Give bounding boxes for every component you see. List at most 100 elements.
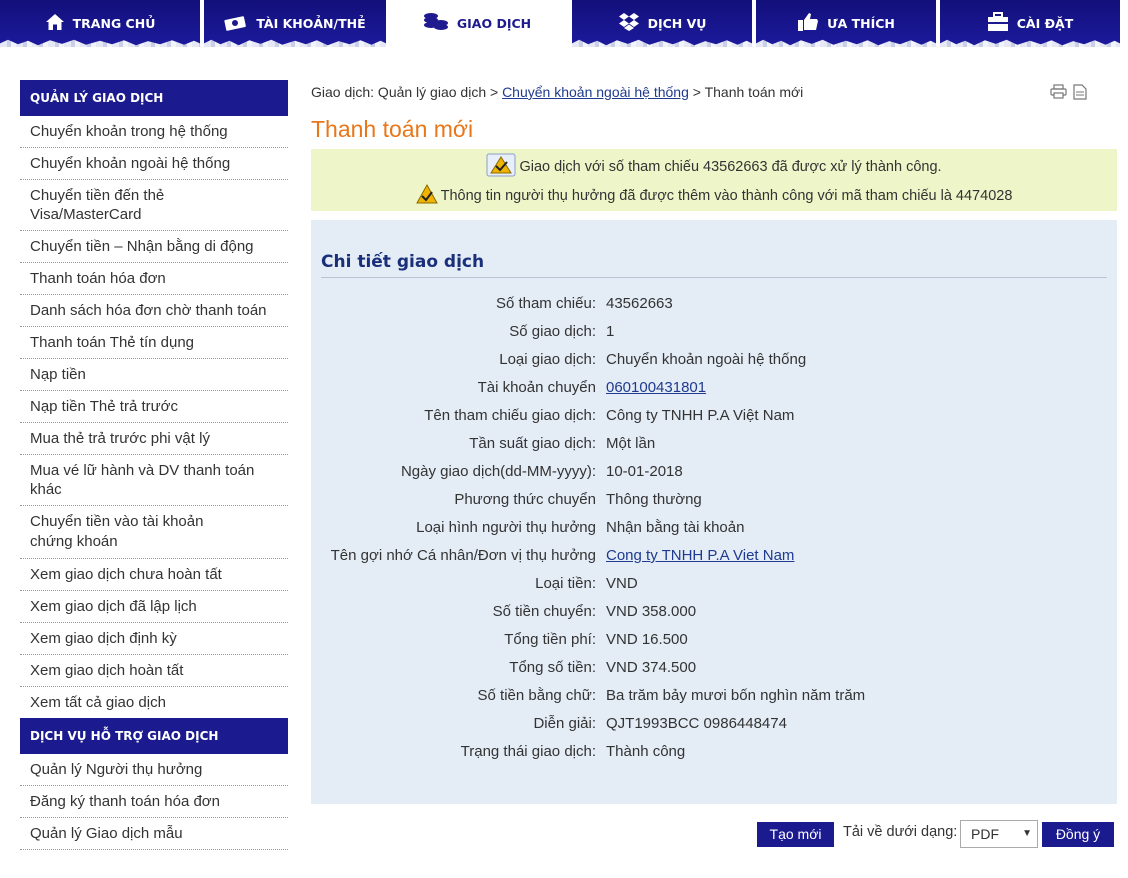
detail-row: Phương thức chuyển Thông thường — [311, 491, 1117, 519]
transaction-detail-panel: Chi tiết giao dịch Số tham chiếu: 4356266… — [311, 220, 1117, 804]
detail-row: Tên gợi nhớ Cá nhân/Đơn vị thụ hưởng Cong… — [311, 547, 1117, 575]
detail-row: Số tiền chuyển: VND 358.000 — [311, 603, 1117, 631]
sidebar-item[interactable]: Danh sách hóa đơn chờ thanh toán — [20, 295, 288, 327]
detail-label: Số tiền bằng chữ: — [477, 687, 596, 704]
detail-row: Tên tham chiếu giao dịch: Công ty TNHH P.… — [311, 407, 1117, 435]
tab-label: GIAO DỊCH — [456, 16, 532, 31]
check-icon — [415, 183, 438, 208]
detail-row: Diễn giải: QJT1993BCC 0986448474 — [311, 715, 1117, 743]
detail-label: Loại tiền: — [535, 575, 596, 592]
detail-value: QJT1993BCC 0986448474 — [606, 715, 787, 732]
thumbs-up-icon — [797, 12, 819, 35]
breadcrumb-link[interactable]: Chuyển khoản ngoài hệ thống — [502, 84, 689, 100]
detail-label: Tên gợi nhớ Cá nhân/Đơn vị thụ hưởng — [330, 547, 596, 564]
alert-text: Thông tin người thụ hưởng đã được thêm v… — [440, 188, 1013, 204]
detail-row: Số tham chiếu: 43562663 — [311, 295, 1117, 323]
sidebar: QUẢN LÝ GIAO DỊCH Chuyển khoản trong hệ … — [20, 80, 288, 850]
detail-value: VND 16.500 — [606, 631, 688, 648]
chevron-down-icon: ▼ — [1022, 828, 1032, 839]
detail-label: Trạng thái giao dịch: — [460, 743, 596, 760]
breadcrumb-part: Giao dịch: Quản lý giao dịch > — [311, 84, 499, 100]
tab-label: ƯA THÍCH — [827, 16, 895, 31]
detail-value: Một lần — [606, 435, 656, 452]
document-icon[interactable] — [1073, 84, 1087, 104]
sidebar-item[interactable]: Thanh toán Thẻ tín dụng — [20, 327, 288, 359]
detail-title: Chi tiết giao dịch — [321, 252, 485, 272]
new-button[interactable]: Tạo mới — [757, 822, 834, 847]
detail-row: Tài khoản chuyển 060100431801 — [311, 379, 1117, 407]
detail-value: 1 — [606, 323, 615, 340]
detail-row: Số tiền bằng chữ: Ba trăm bảy mươi bốn ng… — [311, 687, 1117, 715]
action-bar: Tạo mới Tải về dưới dạng: PDF ▼ Đồng ý — [757, 820, 1117, 850]
detail-value: Thông thường — [606, 491, 702, 508]
detail-label: Số tiền chuyển: — [492, 603, 596, 620]
detail-label: Tổng số tiền: — [509, 659, 596, 676]
detail-label: Ngày giao dịch(dd-MM-yyyy): — [400, 463, 596, 480]
detail-label: Tần suất giao dịch: — [469, 435, 596, 452]
detail-value: 43562663 — [606, 295, 673, 312]
sidebar-item[interactable]: Thanh toán hóa đơn — [20, 263, 288, 295]
sidebar-item[interactable]: Xem tất cả giao dịch — [20, 687, 288, 718]
detail-value: VND 374.500 — [606, 659, 697, 676]
tab-dich-vu[interactable]: DỊCH VỤ — [572, 0, 752, 47]
home-icon — [45, 13, 65, 34]
detail-label: Phương thức chuyển — [454, 491, 596, 508]
tab-label: DỊCH VỤ — [647, 16, 707, 31]
sidebar-item[interactable]: Xem giao dịch đã lập lịch — [20, 591, 288, 623]
detail-row: Loại giao dịch: Chuyển khoản ngoài hệ thố… — [311, 351, 1117, 379]
detail-label: Số giao dịch: — [509, 323, 596, 340]
detail-label: Loại giao dịch: — [499, 351, 596, 368]
detail-value: Công ty TNHH P.A Việt Nam — [606, 407, 795, 424]
sidebar-item[interactable]: Chuyển tiền đến thẻ Visa/MasterCard — [20, 180, 288, 231]
sidebar-item[interactable]: Nạp tiền — [20, 359, 288, 391]
breadcrumb: Giao dịch: Quản lý giao dịch > Chuyển kh… — [311, 84, 803, 100]
detail-row: Loại hình người thụ hưởng Nhận bằng tài k… — [311, 519, 1117, 547]
detail-row: Ngày giao dịch(dd-MM-yyyy): 10-01-2018 — [311, 463, 1117, 491]
sidebar-item[interactable]: Chuyển tiền vào tài khoản chứng khoán — [20, 506, 288, 559]
sidebar-item[interactable]: Xem giao dịch định kỳ — [20, 623, 288, 655]
sidebar-item[interactable]: Mua vé lữ hành và DV thanh toán khác — [20, 455, 288, 506]
tab-trang-chu[interactable]: TRANG CHỦ — [0, 0, 200, 47]
print-icon[interactable] — [1050, 84, 1067, 104]
money-icon — [224, 13, 248, 34]
sidebar-item[interactable]: Đăng ký thanh toán hóa đơn — [20, 786, 288, 818]
confirm-button[interactable]: Đồng ý — [1042, 822, 1114, 847]
detail-row: Số giao dịch: 1 — [311, 323, 1117, 351]
tab-label: TRANG CHỦ — [72, 16, 156, 31]
detail-row: Tần suất giao dịch: Một lần — [311, 435, 1117, 463]
sidebar-item[interactable]: Xem giao dịch hoàn tất — [20, 655, 288, 687]
format-select[interactable]: PDF ▼ — [960, 820, 1038, 848]
detail-value: Chuyển khoản ngoài hệ thống — [606, 351, 807, 368]
format-select-value: PDF — [971, 826, 999, 842]
detail-row: Tổng số tiền: VND 374.500 — [311, 659, 1117, 687]
check-icon — [486, 153, 516, 181]
alert-line: Thông tin người thụ hưởng đã được thêm v… — [311, 183, 1117, 208]
tab-label: TÀI KHOẢN/THẺ — [256, 16, 366, 31]
tab-giao-dich[interactable]: GIAO DỊCH — [386, 0, 568, 47]
tab-cai-dat[interactable]: CÀI ĐẶT — [940, 0, 1120, 47]
sidebar-item[interactable]: Chuyển tiền – Nhận bằng di động — [20, 231, 288, 263]
download-label: Tải về dưới dạng: — [843, 824, 958, 840]
sidebar-item[interactable]: Chuyển khoản trong hệ thống — [20, 116, 288, 148]
coins-icon — [423, 11, 449, 36]
detail-label: Số tham chiếu: — [495, 295, 596, 312]
sidebar-item[interactable]: Chuyển khoản ngoài hệ thống — [20, 148, 288, 180]
account-link[interactable]: 060100431801 — [606, 379, 706, 396]
tab-ua-thich[interactable]: ƯA THÍCH — [756, 0, 936, 47]
sidebar-item[interactable]: Nạp tiền Thẻ trả trước — [20, 391, 288, 423]
sidebar-item[interactable]: Mua thẻ trả trước phi vật lý — [20, 423, 288, 455]
sidebar-section-title: QUẢN LÝ GIAO DỊCH — [20, 80, 288, 116]
detail-label: Tổng tiền phí: — [504, 631, 596, 648]
sidebar-item[interactable]: Quản lý Giao dịch mẫu — [20, 818, 288, 850]
top-navigation: TRANG CHỦ TÀI KHOẢN/THẺ GIAO DỊCH DỊCH V… — [0, 0, 1128, 47]
tab-label: CÀI ĐẶT — [1016, 16, 1074, 31]
beneficiary-link[interactable]: Cong ty TNHH P.A Viet Nam — [606, 547, 794, 564]
detail-value: VND — [606, 575, 638, 592]
detail-value: VND 358.000 — [606, 603, 697, 620]
briefcase-icon — [987, 12, 1009, 35]
sidebar-section-title: DỊCH VỤ HỖ TRỢ GIAO DỊCH — [20, 718, 288, 754]
utility-icons — [1050, 84, 1087, 104]
sidebar-item[interactable]: Quản lý Người thụ hưởng — [20, 754, 288, 786]
tab-tai-khoan-the[interactable]: TÀI KHOẢN/THẺ — [204, 0, 386, 47]
sidebar-item[interactable]: Xem giao dịch chưa hoàn tất — [20, 559, 288, 591]
